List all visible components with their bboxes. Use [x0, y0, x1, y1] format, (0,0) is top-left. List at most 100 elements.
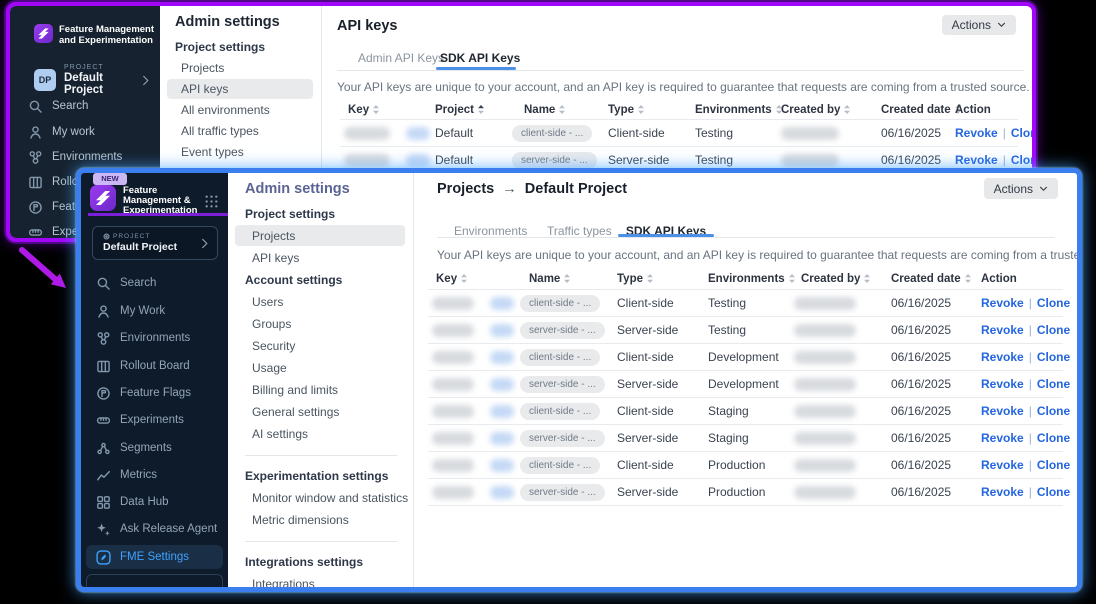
- action-cell: Revoke|Clone: [981, 425, 1070, 452]
- clone-link[interactable]: Clone: [1037, 404, 1070, 418]
- app-switcher-grid-icon[interactable]: [204, 194, 219, 209]
- redacted-key-value: [344, 127, 390, 140]
- revoke-link[interactable]: Revoke: [981, 323, 1024, 337]
- sidebar-item-experiments[interactable]: Experiments: [81, 408, 228, 432]
- admin-item-monitor-window-and-statistics[interactable]: Monitor window and statistics: [228, 487, 413, 509]
- clone-link[interactable]: Clone: [1037, 485, 1070, 499]
- column-header-created_by[interactable]: Created by: [781, 102, 851, 117]
- admin-item-projects[interactable]: Projects: [160, 58, 321, 79]
- project-selector[interactable]: DP PROJECT Default Project: [34, 64, 150, 96]
- clone-link[interactable]: Clone: [1037, 350, 1070, 364]
- column-header-created_date[interactable]: Created date: [881, 102, 962, 117]
- sidebar-item-segments[interactable]: Segments: [81, 436, 228, 460]
- revoke-link[interactable]: Revoke: [955, 126, 998, 140]
- sidebar-item-metrics[interactable]: Metrics: [81, 463, 228, 487]
- admin-item-ai-settings[interactable]: AI settings: [228, 423, 413, 445]
- revoke-link[interactable]: Revoke: [981, 458, 1024, 472]
- sort-icon[interactable]: [843, 104, 851, 115]
- sort-icon[interactable]: [558, 104, 566, 115]
- revoke-link[interactable]: Revoke: [981, 404, 1024, 418]
- column-header-created_date[interactable]: Created date: [891, 271, 972, 286]
- column-header-name[interactable]: Name: [529, 271, 571, 286]
- column-header-type[interactable]: Type: [617, 271, 654, 286]
- breadcrumb-root[interactable]: Projects: [437, 181, 494, 197]
- clone-link[interactable]: Clone: [1011, 126, 1036, 140]
- column-header-environments[interactable]: Environments: [695, 102, 783, 117]
- column-header-created_by[interactable]: Created by: [801, 271, 871, 286]
- admin-item-usage[interactable]: Usage: [228, 357, 413, 379]
- revoke-link[interactable]: Revoke: [981, 377, 1024, 391]
- sidebar-item-search[interactable]: Search: [81, 271, 228, 295]
- admin-settings-title: Admin settings: [160, 6, 321, 36]
- admin-item-metric-dimensions[interactable]: Metric dimensions: [228, 509, 413, 531]
- app-logo: Feature Management and Experimentation: [34, 24, 154, 46]
- sort-icon[interactable]: [863, 273, 871, 284]
- admin-item-all-environments[interactable]: All environments: [160, 100, 321, 121]
- sort-icon[interactable]: [964, 273, 972, 284]
- clone-link[interactable]: Clone: [1037, 458, 1070, 472]
- sidebar-item-environments[interactable]: Environments: [10, 145, 160, 169]
- clone-link[interactable]: Clone: [1037, 431, 1070, 445]
- sidebar-item-environments[interactable]: Environments: [81, 326, 228, 350]
- data-hub-icon: [96, 495, 111, 510]
- sidebar-item-my-work[interactable]: My work: [10, 120, 160, 144]
- column-header-environments[interactable]: Environments: [708, 271, 796, 286]
- sort-icon[interactable]: [637, 104, 645, 115]
- tab-traffic-types[interactable]: Traffic types: [547, 221, 607, 241]
- sidebar-item-fme-settings[interactable]: FME Settings: [86, 545, 223, 569]
- admin-item-security[interactable]: Security: [228, 335, 413, 357]
- tab-sdk-api-keys[interactable]: SDK API Keys: [440, 48, 512, 68]
- sidebar-item-my-work[interactable]: My Work: [81, 299, 228, 323]
- admin-item-api-keys[interactable]: API keys: [228, 247, 413, 269]
- project-selector[interactable]: PROJECT Default Project: [92, 226, 218, 260]
- created-date-cell: 06/16/2025: [891, 398, 951, 425]
- column-header-name[interactable]: Name: [524, 102, 566, 117]
- admin-item-all-traffic-types[interactable]: All traffic types: [160, 121, 321, 142]
- actions-button[interactable]: Actions: [984, 178, 1058, 199]
- sidebar-item-rollout-board[interactable]: Rollout Board: [81, 354, 228, 378]
- sidebar-item-label: Environments: [120, 332, 190, 344]
- sidebar-item-feature-flags[interactable]: Feature Flags: [81, 381, 228, 405]
- tab-admin-api-keys[interactable]: Admin API Keys: [358, 48, 424, 68]
- revoke-link[interactable]: Revoke: [981, 431, 1024, 445]
- sidebar-bottom-stub: [86, 574, 223, 588]
- sort-icon[interactable]: [646, 273, 654, 284]
- sort-icon[interactable]: [372, 104, 380, 115]
- column-header-key[interactable]: Key: [436, 271, 468, 286]
- sort-icon[interactable]: [460, 273, 468, 284]
- revoke-link[interactable]: Revoke: [981, 296, 1024, 310]
- clone-link[interactable]: Clone: [1011, 153, 1036, 167]
- table-row: server-side - ...Server-sideDevelopment0…: [414, 371, 1077, 398]
- sort-icon[interactable]: [563, 273, 571, 284]
- sidebar-item-search[interactable]: Search: [10, 94, 160, 118]
- column-header-project[interactable]: Project: [435, 102, 485, 117]
- clone-link[interactable]: Clone: [1037, 377, 1070, 391]
- revoke-link[interactable]: Revoke: [955, 153, 998, 167]
- tab-sdk-api-keys[interactable]: SDK API Keys: [622, 221, 710, 241]
- sidebar-item-ask-release-agent[interactable]: Ask Release Agent: [81, 517, 228, 541]
- sort-icon[interactable]: [788, 273, 796, 284]
- table-row: client-side - ...Client-sideProduction06…: [414, 452, 1077, 479]
- column-header-type[interactable]: Type: [608, 102, 645, 117]
- admin-item-users[interactable]: Users: [228, 291, 413, 313]
- search-icon: [96, 276, 111, 291]
- actions-button[interactable]: Actions: [942, 15, 1016, 35]
- column-header-key[interactable]: Key: [348, 102, 380, 117]
- redacted-created-by: [794, 405, 856, 418]
- admin-item-billing-and-limits[interactable]: Billing and limits: [228, 379, 413, 401]
- sidebar-item-data-hub[interactable]: Data Hub: [81, 490, 228, 514]
- admin-item-general-settings[interactable]: General settings: [228, 401, 413, 423]
- tab-environments[interactable]: Environments: [454, 221, 518, 241]
- key-name-pill: client-side - ...: [520, 403, 600, 420]
- admin-item-event-types[interactable]: Event types: [160, 142, 321, 163]
- admin-item-api-keys[interactable]: API keys: [160, 79, 321, 100]
- created-date-cell: 06/16/2025: [891, 371, 951, 398]
- clone-link[interactable]: Clone: [1037, 323, 1070, 337]
- admin-item-integrations[interactable]: Integrations: [228, 573, 413, 592]
- clone-link[interactable]: Clone: [1037, 296, 1070, 310]
- sort-icon[interactable]: [477, 104, 485, 115]
- revoke-link[interactable]: Revoke: [981, 485, 1024, 499]
- revoke-link[interactable]: Revoke: [981, 350, 1024, 364]
- admin-item-groups[interactable]: Groups: [228, 313, 413, 335]
- admin-item-projects[interactable]: Projects: [228, 225, 413, 247]
